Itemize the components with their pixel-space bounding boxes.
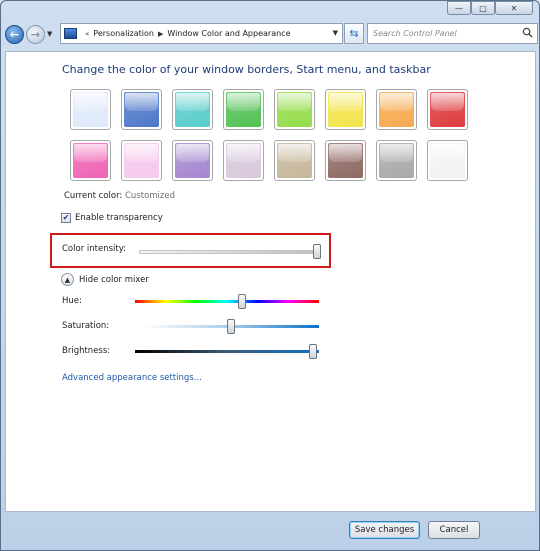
current-color-value: Customized xyxy=(124,191,175,201)
swatch-slate[interactable] xyxy=(376,140,417,181)
swatch-fuchsia[interactable] xyxy=(70,140,111,181)
breadcrumb-window-color[interactable]: Window Color and Appearance xyxy=(167,29,290,38)
intensity-label: Color intensity: xyxy=(62,244,126,254)
brightness-slider-thumb[interactable] xyxy=(309,344,318,359)
search-placeholder: Search Control Panel xyxy=(373,29,457,38)
page-title: Change the color of your window borders,… xyxy=(62,63,431,76)
swatch-leaf[interactable] xyxy=(223,89,264,130)
caption-buttons: — □ ✕ xyxy=(447,1,533,15)
swatch-lemon[interactable] xyxy=(325,89,366,130)
forward-arrow-icon: → xyxy=(30,27,41,41)
maximize-icon: □ xyxy=(479,3,487,13)
content-pane: Change the color of your window borders,… xyxy=(5,51,536,512)
search-icon[interactable] xyxy=(522,27,533,38)
maximize-button[interactable]: □ xyxy=(471,1,495,15)
hue-slider-track[interactable] xyxy=(135,300,319,303)
checkmark-icon: ✔ xyxy=(62,213,70,222)
close-button[interactable]: ✕ xyxy=(495,1,533,15)
swatch-frost[interactable] xyxy=(427,140,468,181)
mixer-toggle-label[interactable]: Hide color mixer xyxy=(79,275,149,285)
search-input[interactable]: Search Control Panel xyxy=(367,23,538,44)
transparency-label[interactable]: Enable transparency xyxy=(75,213,163,223)
brightness-slider-track[interactable] xyxy=(135,350,319,353)
close-icon: ✕ xyxy=(510,3,518,13)
refresh-button[interactable]: ⇆ xyxy=(344,23,364,44)
swatch-violet[interactable] xyxy=(172,140,213,181)
saturation-label: Saturation: xyxy=(62,321,110,331)
refresh-icon: ⇆ xyxy=(349,27,359,40)
breadcrumb-arrow-icon[interactable]: ▶ xyxy=(158,30,163,38)
current-color-label: Current color: xyxy=(64,191,123,201)
save-changes-button[interactable]: Save changes xyxy=(349,521,420,539)
intensity-slider-track[interactable] xyxy=(139,250,321,254)
current-color: Current color: Customized xyxy=(64,191,175,201)
swatch-sky[interactable] xyxy=(70,89,111,130)
collapse-chevron-icon[interactable]: ▲ xyxy=(61,273,74,286)
forward-button[interactable]: → xyxy=(26,24,45,44)
mixer-toggle[interactable]: ▲ Hide color mixer xyxy=(61,273,149,286)
minimize-button[interactable]: — xyxy=(447,1,471,15)
transparency-checkbox[interactable]: ✔ xyxy=(61,213,71,223)
hue-slider-thumb[interactable] xyxy=(237,294,246,309)
swatch-lime[interactable] xyxy=(274,89,315,130)
address-bar[interactable]: « Personalization ▶ Window Color and App… xyxy=(60,23,343,44)
transparency-option[interactable]: ✔ Enable transparency xyxy=(61,213,163,223)
back-button[interactable]: ← xyxy=(5,24,24,44)
intensity-highlight-box: Color intensity: xyxy=(50,233,331,268)
overflow-chevron-icon[interactable]: « xyxy=(85,30,89,38)
intensity-slider-thumb[interactable] xyxy=(313,244,322,259)
swatch-chocolate[interactable] xyxy=(325,140,366,181)
back-arrow-icon: ← xyxy=(9,27,20,41)
swatch-taupe[interactable] xyxy=(274,140,315,181)
swatch-blush[interactable] xyxy=(121,140,162,181)
window: — □ ✕ ← → ▼ « Personalization ▶ Window C… xyxy=(0,0,540,551)
swatch-lavender[interactable] xyxy=(223,140,264,181)
navigation-bar: ← → ▼ « Personalization ▶ Window Color a… xyxy=(5,21,538,47)
breadcrumb-personalization[interactable]: Personalization xyxy=(93,29,154,38)
swatch-pumpkin[interactable] xyxy=(376,89,417,130)
hue-label: Hue: xyxy=(62,296,82,306)
address-dropdown-icon[interactable]: ▼ xyxy=(333,29,338,37)
advanced-appearance-link[interactable]: Advanced appearance settings... xyxy=(62,373,202,383)
swatch-twilight[interactable] xyxy=(121,89,162,130)
saturation-slider-thumb[interactable] xyxy=(227,319,235,334)
history-dropdown-icon[interactable]: ▼ xyxy=(47,30,52,38)
brightness-label: Brightness: xyxy=(62,346,111,356)
cancel-button[interactable]: Cancel xyxy=(428,521,480,539)
swatch-sea[interactable] xyxy=(172,89,213,130)
control-panel-icon xyxy=(64,28,77,39)
swatch-ruby[interactable] xyxy=(427,89,468,130)
minimize-icon: — xyxy=(455,3,463,13)
